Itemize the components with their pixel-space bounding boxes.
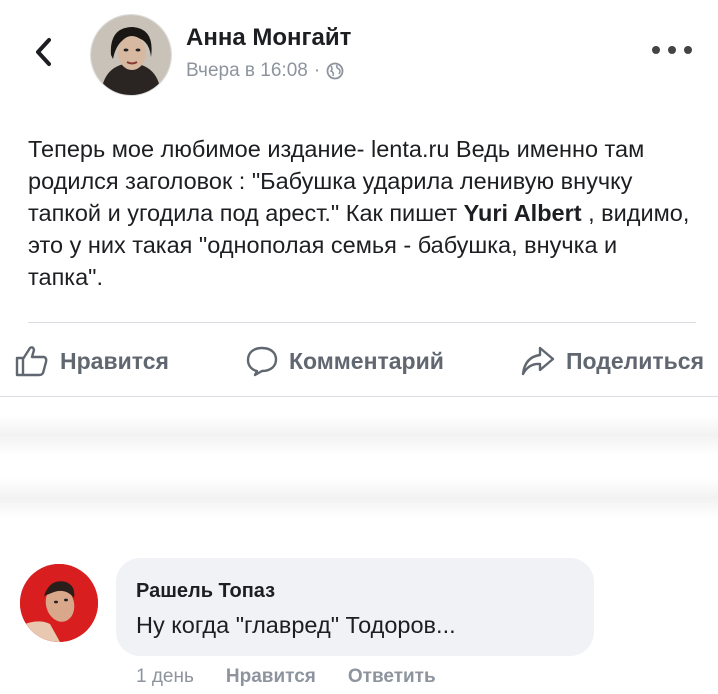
more-options-button[interactable] bbox=[652, 38, 692, 62]
obscured-area bbox=[0, 478, 718, 518]
comment-bubble[interactable]: Рашель Топаз Ну когда "главред" Тодоров.… bbox=[116, 558, 594, 656]
commenter-avatar[interactable] bbox=[20, 564, 98, 642]
meta-separator: · bbox=[313, 60, 321, 81]
comment-time[interactable]: 1 день bbox=[136, 666, 194, 688]
thumbs-up-icon bbox=[15, 346, 48, 377]
post-time[interactable]: Вчера в 16:08 bbox=[186, 60, 308, 82]
comment-like-button[interactable]: Нравится bbox=[226, 666, 316, 688]
globe-icon bbox=[326, 62, 344, 80]
post-text: Теперь мое любимое издание- lenta.ru Вед… bbox=[28, 133, 698, 293]
more-dots-icon bbox=[652, 46, 660, 54]
comment-item: Рашель Топаз Ну когда "главред" Тодоров.… bbox=[20, 558, 710, 688]
share-arrow-icon bbox=[521, 346, 555, 376]
like-label: Нравится bbox=[60, 347, 169, 374]
post-meta: Вчера в 16:08 · bbox=[186, 60, 344, 82]
obscured-area bbox=[0, 415, 718, 455]
comment-button[interactable]: Комментарий bbox=[245, 344, 444, 378]
share-label: Поделиться bbox=[565, 347, 704, 374]
comment-label: Комментарий bbox=[288, 347, 444, 374]
comment-reply-button[interactable]: Ответить bbox=[348, 666, 436, 688]
post-author-name[interactable]: Анна Монгайт bbox=[186, 24, 351, 52]
back-button[interactable] bbox=[28, 32, 58, 72]
divider bbox=[28, 322, 696, 323]
comment-footer: 1 день Нравится Ответить bbox=[136, 666, 436, 688]
speech-bubble-icon bbox=[246, 346, 278, 377]
post-actions: Нравится Комментарий Поделиться bbox=[14, 336, 704, 386]
like-button[interactable]: Нравится bbox=[14, 344, 169, 378]
divider bbox=[0, 396, 718, 397]
comment-text: Ну когда "главред" Тодоров... bbox=[136, 612, 456, 638]
commenter-name[interactable]: Рашель Топаз bbox=[136, 580, 275, 603]
share-button[interactable]: Поделиться bbox=[520, 345, 704, 377]
mention-link[interactable]: Yuri Albert bbox=[464, 200, 582, 226]
author-avatar[interactable] bbox=[90, 14, 172, 96]
chevron-left-icon bbox=[36, 38, 51, 66]
